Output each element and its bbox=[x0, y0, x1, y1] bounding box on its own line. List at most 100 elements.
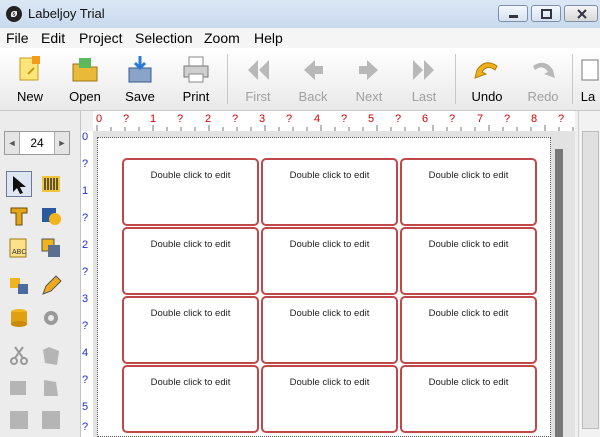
label-text: Double click to edit bbox=[150, 239, 231, 250]
image-icon bbox=[42, 208, 61, 225]
menu-bar: File Edit Project Selection Zoom Help bbox=[0, 28, 600, 48]
maximize-button[interactable] bbox=[531, 5, 561, 22]
label-cell[interactable]: Double click to edit bbox=[400, 296, 537, 364]
menu-project[interactable]: Project bbox=[79, 30, 123, 46]
ruler-label: 5 bbox=[368, 113, 375, 125]
label-text: Double click to edit bbox=[289, 308, 370, 319]
barcode-tool[interactable] bbox=[38, 171, 64, 197]
ruler-label: 4 bbox=[314, 113, 321, 125]
printer-icon bbox=[183, 56, 209, 83]
arrange-tool[interactable] bbox=[38, 407, 64, 433]
zoom-value[interactable]: 24 bbox=[19, 132, 55, 154]
label-cell[interactable]: Double click to edit bbox=[261, 227, 398, 295]
ruler-label: ? bbox=[177, 113, 184, 125]
label-cell[interactable]: Double click to edit bbox=[122, 365, 259, 433]
label-cell[interactable]: Double click to edit bbox=[122, 296, 259, 364]
menu-file[interactable]: File bbox=[6, 30, 29, 46]
ruler-label: 6 bbox=[422, 113, 429, 125]
ruler-label: ? bbox=[504, 113, 511, 125]
zoom-increase-button[interactable]: ► bbox=[54, 132, 69, 154]
ruler-label: ? bbox=[341, 113, 348, 125]
label-cell[interactable]: Double click to edit bbox=[261, 296, 398, 364]
text-t-icon bbox=[10, 207, 28, 226]
text-box-tool[interactable]: ABC bbox=[6, 235, 32, 261]
ruler-ticks bbox=[96, 125, 574, 131]
menu-help[interactable]: Help bbox=[254, 30, 283, 46]
label-cell[interactable]: Double click to edit bbox=[122, 227, 259, 295]
ruler-label: 1 bbox=[150, 113, 157, 125]
edit-tool[interactable] bbox=[38, 273, 64, 299]
close-button[interactable] bbox=[564, 5, 598, 22]
settings-tool[interactable] bbox=[38, 305, 64, 331]
back-button[interactable]: Back bbox=[287, 50, 339, 108]
scissors-icon bbox=[10, 346, 28, 365]
cut-tool[interactable] bbox=[6, 343, 32, 369]
ruler-label: ? bbox=[123, 113, 130, 125]
image-tool[interactable] bbox=[38, 203, 64, 229]
label-text: Double click to edit bbox=[428, 377, 509, 388]
ruler-label: 7 bbox=[477, 113, 484, 125]
label-cell[interactable]: Double click to edit bbox=[400, 158, 537, 226]
shape-icon bbox=[41, 238, 60, 257]
redo-button[interactable]: Redo bbox=[517, 50, 569, 108]
label-text: Double click to edit bbox=[289, 170, 370, 181]
align-tool[interactable] bbox=[6, 407, 32, 433]
label-cell[interactable]: Double click to edit bbox=[400, 365, 537, 433]
copy-icon bbox=[43, 347, 59, 365]
text-tool[interactable] bbox=[6, 203, 32, 229]
print-button[interactable]: Print bbox=[170, 50, 222, 108]
label-cell[interactable]: Double click to edit bbox=[261, 158, 398, 226]
open-folder-icon bbox=[72, 58, 98, 82]
save-button[interactable]: Save bbox=[114, 50, 166, 108]
menu-selection[interactable]: Selection bbox=[135, 30, 193, 46]
design-canvas[interactable]: Double click to edit Double click to edi… bbox=[93, 131, 575, 437]
database-tool[interactable] bbox=[6, 305, 32, 331]
label-cell[interactable]: Double click to edit bbox=[261, 365, 398, 433]
ruler-label: 2 bbox=[82, 239, 89, 251]
label-text: Double click to edit bbox=[428, 308, 509, 319]
label-text: Double click to edit bbox=[150, 308, 231, 319]
next-arrow-icon bbox=[359, 60, 378, 80]
back-arrow-icon bbox=[304, 60, 323, 80]
title-bar: ø Labeljoy Trial bbox=[0, 0, 600, 29]
ruler-label: ? bbox=[82, 421, 89, 433]
menu-edit[interactable]: Edit bbox=[41, 30, 65, 46]
scrollbar-thumb[interactable] bbox=[582, 131, 599, 429]
menu-zoom[interactable]: Zoom bbox=[204, 30, 240, 46]
ruler-label: 3 bbox=[259, 113, 266, 125]
zoom-stepper[interactable]: ◄ 24 ► bbox=[4, 131, 70, 155]
duplicate-tool[interactable] bbox=[38, 375, 64, 401]
new-icon bbox=[19, 56, 40, 81]
page-shadow bbox=[555, 149, 563, 437]
label-cell[interactable]: Double click to edit bbox=[122, 158, 259, 226]
open-button[interactable]: Open bbox=[59, 50, 111, 108]
ruler-label: ? bbox=[82, 158, 89, 170]
minimize-button[interactable] bbox=[498, 5, 528, 22]
shape-tool[interactable] bbox=[38, 235, 64, 261]
duplicate-icon bbox=[44, 380, 58, 396]
select-tool[interactable] bbox=[6, 171, 32, 197]
align-icon bbox=[10, 411, 28, 429]
first-button[interactable]: First bbox=[232, 50, 284, 108]
layout-button[interactable]: La bbox=[576, 50, 600, 108]
toolbar: New Open Save Print First Back Next Last… bbox=[0, 48, 600, 111]
svg-text:ABC: ABC bbox=[12, 249, 26, 256]
vertical-scrollbar[interactable] bbox=[578, 111, 600, 437]
new-button[interactable]: New bbox=[4, 50, 56, 108]
database-icon bbox=[11, 309, 27, 327]
last-button[interactable]: Last bbox=[398, 50, 450, 108]
undo-button[interactable]: Undo bbox=[461, 50, 513, 108]
label-cell[interactable]: Double click to edit bbox=[400, 227, 537, 295]
group-tool[interactable] bbox=[6, 273, 32, 299]
paste-tool[interactable] bbox=[6, 375, 32, 401]
copy-tool[interactable] bbox=[38, 343, 64, 369]
zoom-decrease-button[interactable]: ◄ bbox=[5, 132, 20, 154]
label-sheet[interactable]: Double click to edit Double click to edi… bbox=[97, 137, 551, 437]
next-button[interactable]: Next bbox=[343, 50, 395, 108]
ruler-label: 4 bbox=[82, 347, 89, 359]
arrange-icon bbox=[42, 411, 60, 429]
layout-icon bbox=[581, 59, 599, 81]
toolbar-separator bbox=[572, 54, 573, 104]
ruler-label: ? bbox=[558, 113, 565, 125]
save-icon bbox=[128, 56, 152, 83]
